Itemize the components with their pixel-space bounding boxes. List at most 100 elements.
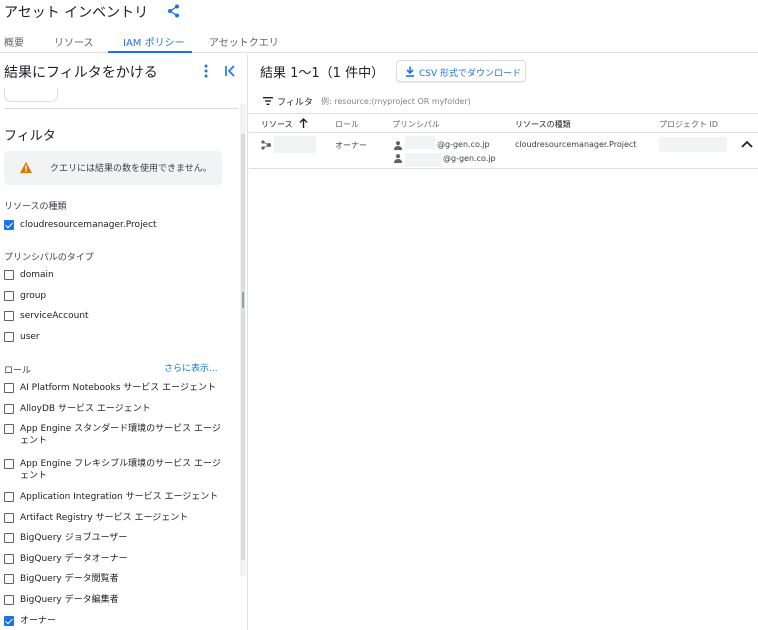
table-filter-bar: フィルタ — [249, 88, 758, 114]
checkbox-label: オーナー — [20, 616, 57, 626]
filter-input[interactable] — [321, 92, 621, 110]
page-title: アセット インベントリ — [4, 5, 149, 21]
checkbox[interactable] — [4, 424, 14, 434]
checkbox[interactable] — [4, 492, 14, 502]
checkbox-label: Application Integration サービス エージェント — [20, 492, 219, 502]
principal-type-option[interactable]: group — [4, 290, 224, 302]
principal-type-option[interactable]: domain — [4, 269, 224, 281]
collapse-panel-icon[interactable] — [222, 63, 238, 79]
checkbox-label: Artifact Registry サービス エージェント — [20, 513, 189, 523]
redacted-principal — [405, 136, 435, 149]
filter-label: フィルタ — [277, 98, 313, 108]
tab-overview[interactable]: 概要 — [4, 34, 24, 49]
role-option[interactable]: Application Integration サービス エージェント — [4, 491, 224, 503]
active-tab-indicator — [108, 51, 192, 53]
warning-box: クエリには結果の数を使用できません。 — [4, 151, 222, 185]
role-option[interactable]: App Engine スタンダード環境のサービス エージェント — [4, 423, 224, 447]
tab-resources[interactable]: リソース — [54, 34, 94, 49]
role-cell: オーナー — [335, 141, 367, 150]
table-header: リソース ロール プリンシパル リソースの種類 プロジェクト ID — [249, 115, 758, 133]
principal-type-option[interactable]: user — [4, 331, 224, 343]
role-option[interactable]: AI Platform Notebooks サービス エージェント — [4, 382, 224, 394]
expand-less-icon[interactable] — [741, 140, 753, 148]
panel-resize-handle[interactable] — [242, 292, 244, 308]
filter-list-icon — [263, 97, 273, 105]
project-icon — [261, 140, 271, 150]
divider — [4, 108, 238, 109]
warning-text: クエリには結果の数を使用できません。 — [50, 164, 212, 174]
role-option[interactable]: AlloyDB サービス エージェント — [4, 403, 224, 415]
redacted-project-id — [659, 137, 727, 152]
resource-type-option[interactable]: cloudresourcemanager.Project — [4, 219, 224, 231]
checkbox-label: AlloyDB サービス エージェント — [20, 404, 151, 414]
warning-icon — [20, 162, 32, 173]
checkbox-label: cloudresourcemanager.Project — [20, 220, 157, 230]
filter-panel: 結果にフィルタをかける フィルタ クエリには結果の数を使用できません。 リソース… — [0, 54, 248, 630]
filter-heading: フィルタ — [4, 129, 56, 144]
principal-cell[interactable]: @g-gen.co.jp — [443, 154, 496, 163]
checkbox-label: BigQuery データ閲覧者 — [20, 574, 119, 584]
scrolled-chip — [4, 88, 58, 102]
filter-panel-title: 結果にフィルタをかける — [4, 65, 158, 81]
checkbox[interactable] — [4, 459, 14, 469]
checkbox[interactable] — [4, 332, 14, 342]
tab-bar: 概要 リソース IAM ポリシー アセットクエリ — [0, 27, 758, 53]
checkbox-label: domain — [20, 270, 54, 280]
tab-asset-query[interactable]: アセットクエリ — [209, 34, 279, 49]
download-csv-label: CSV 形式でダウンロード — [419, 69, 522, 79]
person-icon — [394, 154, 402, 163]
person-icon — [394, 141, 402, 150]
scrollbar-thumb[interactable] — [241, 134, 245, 560]
more-vert-icon[interactable] — [200, 63, 212, 79]
principal-type-option[interactable]: serviceAccount — [4, 310, 224, 322]
role-label: ロール — [4, 366, 32, 376]
role-option[interactable]: App Engine フレキシブル環境のサービス エージェント — [4, 458, 224, 482]
download-csv-button[interactable]: CSV 形式でダウンロード — [396, 60, 526, 82]
redacted-resource-name — [274, 136, 316, 153]
role-option[interactable]: BigQuery データオーナー — [4, 553, 224, 565]
download-icon — [406, 66, 414, 77]
resource-type-label: リソースの種類 — [4, 202, 67, 212]
column-header-role[interactable]: ロール — [335, 119, 359, 130]
redacted-principal — [405, 153, 441, 167]
checkbox[interactable] — [4, 513, 14, 523]
checkbox[interactable] — [4, 595, 14, 605]
table-row[interactable]: オーナー @g-gen.co.jp @g-gen.co.jp cloudreso… — [249, 134, 758, 169]
checkbox[interactable] — [4, 404, 14, 414]
column-header-resource-type[interactable]: リソースの種類 — [515, 119, 571, 130]
principal-type-label: プリンシパルのタイプ — [4, 253, 94, 263]
checkbox[interactable] — [4, 220, 14, 230]
checkbox[interactable] — [4, 311, 14, 321]
checkbox[interactable] — [4, 616, 14, 626]
tab-iam-policy[interactable]: IAM ポリシー — [123, 34, 185, 49]
checkbox-label: BigQuery ジョブユーザー — [20, 533, 128, 543]
checkbox-label: user — [20, 332, 40, 342]
arrow-upward-icon[interactable] — [299, 118, 308, 128]
checkbox[interactable] — [4, 574, 14, 584]
checkbox-label: App Engine フレキシブル環境のサービス エージェント — [20, 459, 221, 481]
checkbox[interactable] — [4, 554, 14, 564]
checkbox[interactable] — [4, 270, 14, 280]
column-header-principal[interactable]: プリンシパル — [392, 119, 440, 130]
role-option[interactable]: BigQuery ジョブユーザー — [4, 532, 224, 544]
checkbox[interactable] — [4, 291, 14, 301]
show-more-link[interactable]: さらに表示... — [164, 361, 218, 374]
checkbox-label: App Engine スタンダード環境のサービス エージェント — [20, 424, 221, 446]
role-option[interactable]: BigQuery データ閲覧者 — [4, 573, 224, 585]
role-option[interactable]: Artifact Registry サービス エージェント — [4, 512, 224, 524]
results-title: 結果 1〜1（1 件中） — [260, 66, 385, 81]
checkbox-label: AI Platform Notebooks サービス エージェント — [20, 383, 216, 393]
column-header-resource[interactable]: リソース — [261, 119, 293, 130]
checkbox-label: group — [20, 291, 47, 301]
share-icon[interactable] — [166, 3, 182, 19]
checkbox-label: BigQuery データオーナー — [20, 554, 128, 564]
principal-cell[interactable]: @g-gen.co.jp — [437, 140, 490, 149]
checkbox[interactable] — [4, 533, 14, 543]
checkbox-label: serviceAccount — [20, 311, 89, 321]
checkbox-label: BigQuery データ編集者 — [20, 595, 119, 605]
role-option[interactable]: BigQuery データ編集者 — [4, 594, 224, 606]
checkbox[interactable] — [4, 383, 14, 393]
title-bar: アセット インベントリ — [0, 0, 758, 26]
role-option[interactable]: オーナー — [4, 615, 224, 627]
column-header-project-id[interactable]: プロジェクト ID — [659, 119, 718, 130]
